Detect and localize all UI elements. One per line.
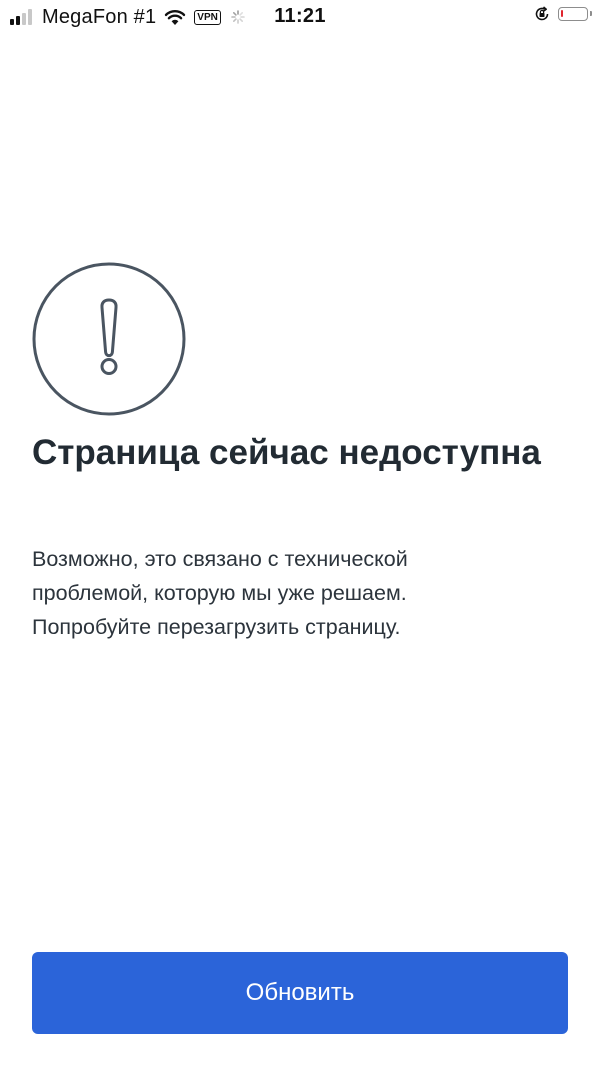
error-description: Возможно, это связано с технической проб…: [32, 542, 568, 644]
page-title: Страница сейчас недоступна: [32, 433, 541, 472]
clock-time: 11:21: [274, 5, 326, 27]
rotation-lock-icon: [534, 6, 550, 22]
description-line: проблемой, которую мы уже решаем.: [32, 581, 407, 605]
status-bar-right: [534, 6, 592, 22]
battery-icon: [558, 7, 592, 21]
refresh-button[interactable]: Обновить: [32, 952, 568, 1034]
description-line: Возможно, это связано с технической: [32, 547, 408, 571]
battery-level: [561, 10, 563, 17]
status-bar-clock: 11:21: [0, 5, 600, 28]
status-bar: MegaFon #1 VPN 11:21: [0, 0, 600, 34]
error-screen: MegaFon #1 VPN 11:21 Страница сейчас нед…: [0, 0, 600, 1066]
exclamation-circle-icon: [32, 262, 186, 416]
description-line: Попробуйте перезагрузить страницу.: [32, 615, 401, 639]
